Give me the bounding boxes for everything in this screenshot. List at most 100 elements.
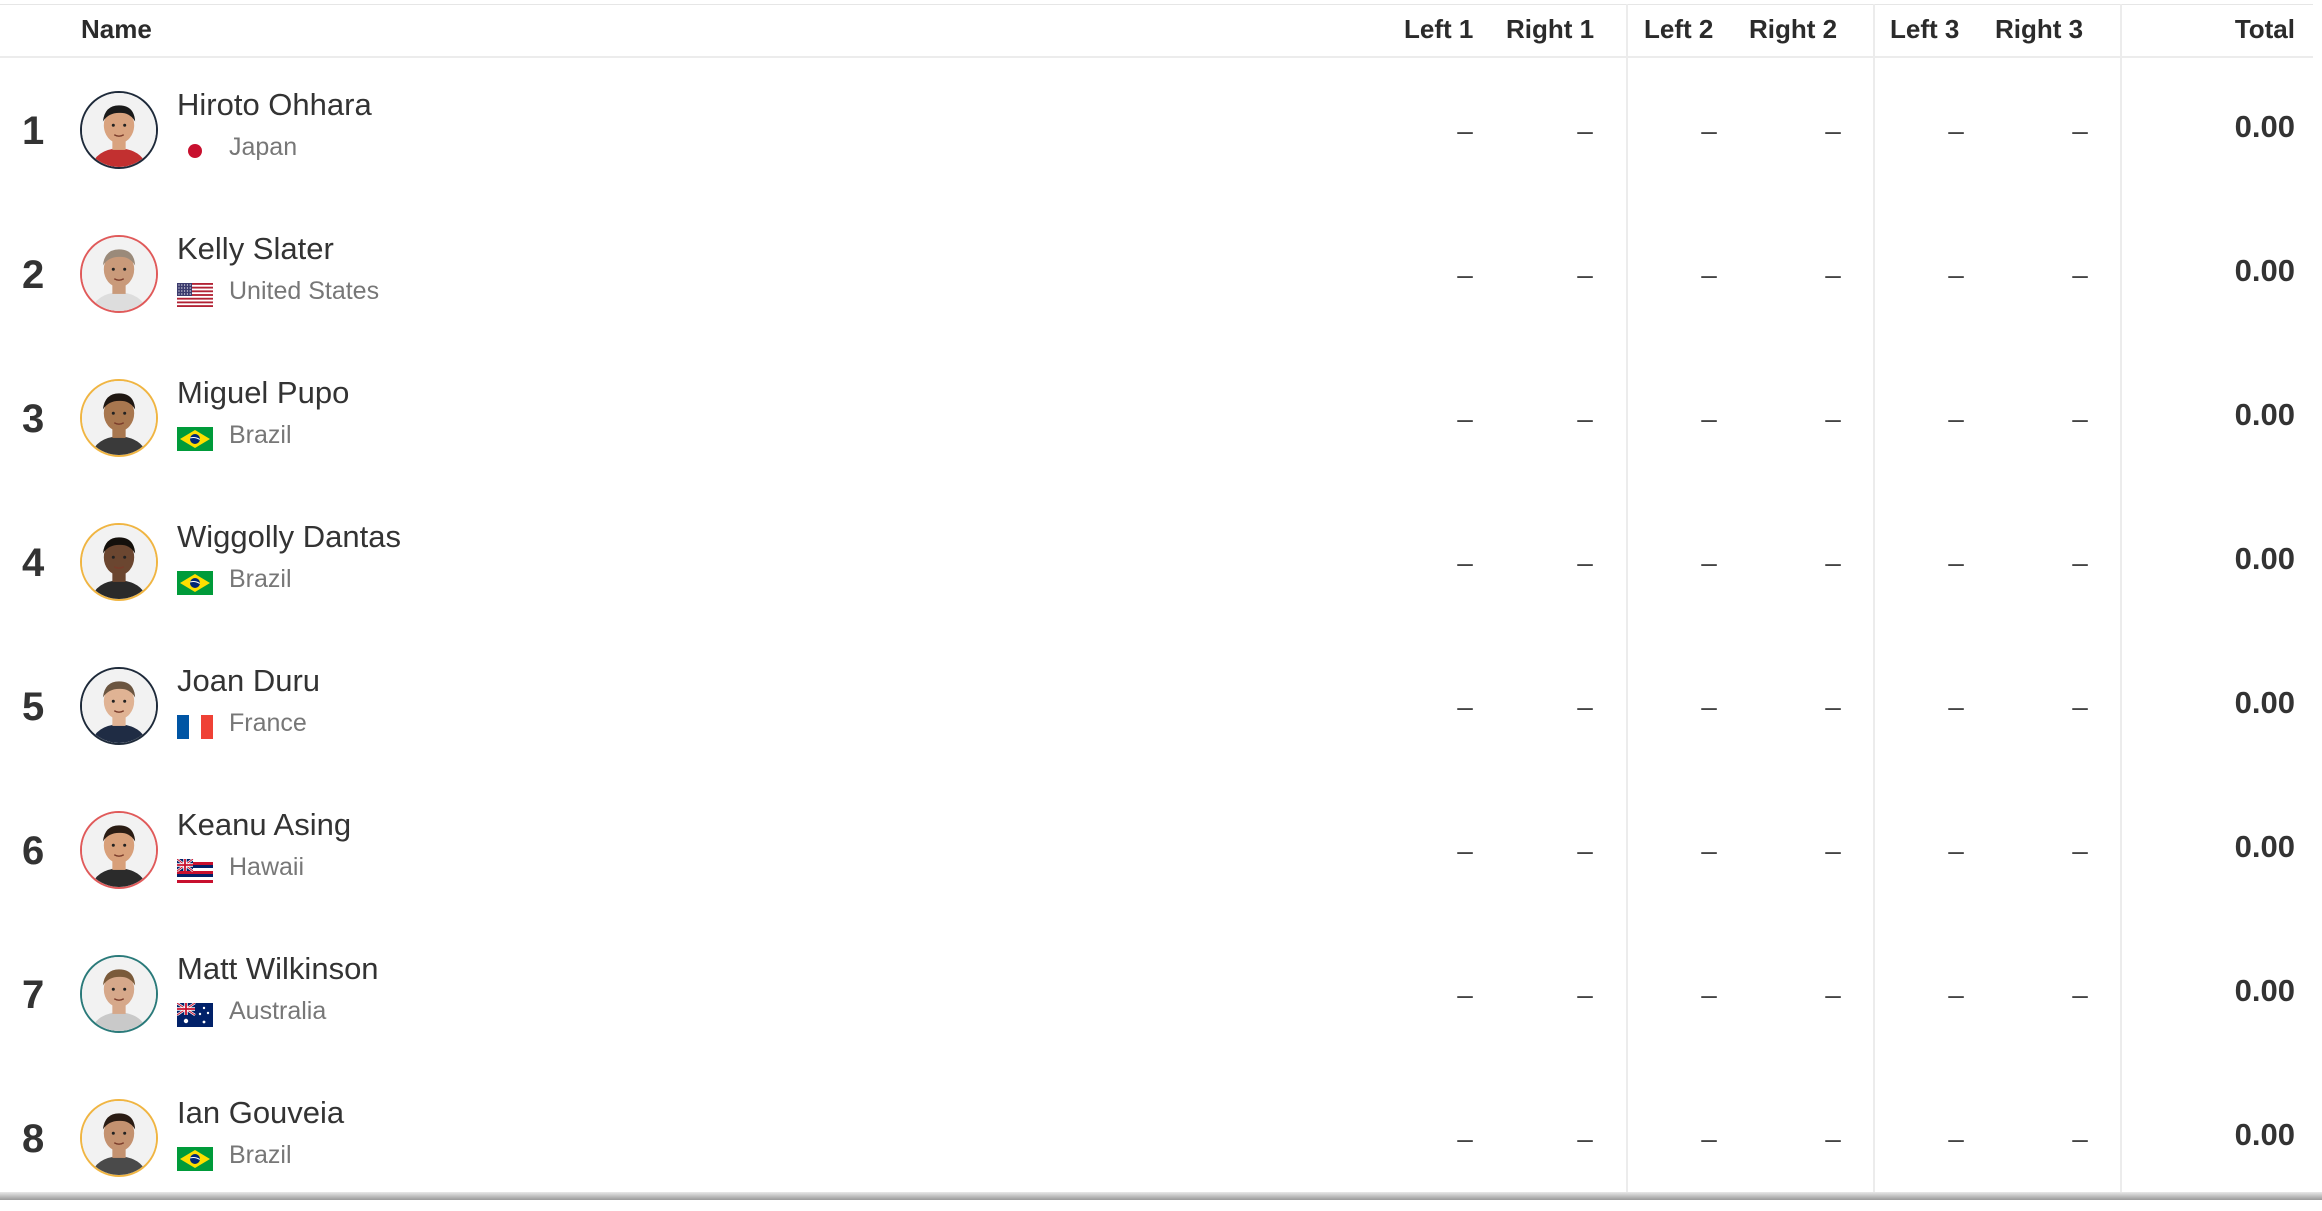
wave-score: – (1825, 835, 1841, 866)
bottom-edge-strip (0, 1192, 2322, 1200)
column-header-left-1[interactable]: Left 1 (1404, 5, 1473, 57)
surfer-name[interactable]: Hiroto Ohhara (177, 87, 372, 123)
total-score: 0.00 (2234, 685, 2295, 720)
surfer-name[interactable]: Kelly Slater (177, 231, 334, 267)
surfer-avatar[interactable] (80, 379, 158, 457)
column-header-name[interactable]: Name (81, 5, 152, 57)
wave-score: – (1577, 979, 1593, 1010)
total-score: 0.00 (2234, 253, 2295, 288)
heat-results-table: Name Left 1 Right 1 Left 2 Right 2 Left … (0, 0, 2313, 1196)
rank-number: 2 (22, 253, 45, 297)
wave-score: – (1948, 1123, 1964, 1154)
surfer-country: Brazil (229, 1141, 292, 1169)
table-row[interactable]: 2 Kelly Slater United States – – – – – – 0.00 (0, 203, 2313, 347)
rank-number: 7 (22, 973, 45, 1017)
surfer-avatar[interactable] (80, 91, 158, 169)
wave-score: – (1457, 691, 1473, 722)
japan-flag-icon (177, 139, 213, 163)
surfer-name[interactable]: Matt Wilkinson (177, 951, 379, 987)
table-row[interactable]: 8 Ian Gouveia Brazil – – – – – – 0.00 (0, 1067, 2313, 1211)
usa-flag-icon (177, 283, 213, 307)
wave-score: – (1825, 115, 1841, 146)
wave-score: – (1701, 403, 1717, 434)
column-header-right-2[interactable]: Right 2 (1749, 5, 1837, 57)
brazil-flag-icon (177, 1147, 213, 1171)
france-flag-icon (177, 715, 213, 739)
wave-score: – (1457, 547, 1473, 578)
wave-score: – (1948, 115, 1964, 146)
wave-score: – (1825, 979, 1841, 1010)
surfer-avatar[interactable] (80, 523, 158, 601)
wave-score: – (1825, 547, 1841, 578)
wave-score: – (1701, 115, 1717, 146)
column-header-left-2[interactable]: Left 2 (1644, 5, 1713, 57)
wave-score: – (1948, 403, 1964, 434)
column-header-left-3[interactable]: Left 3 (1890, 5, 1959, 57)
wave-score: – (2072, 403, 2088, 434)
wave-score: – (1457, 979, 1473, 1010)
total-score: 0.00 (2234, 829, 2295, 864)
wave-score: – (1577, 115, 1593, 146)
wave-score: – (1825, 691, 1841, 722)
wave-score: – (1457, 403, 1473, 434)
wave-score: – (2072, 691, 2088, 722)
rank-number: 5 (22, 685, 45, 729)
table-row[interactable]: 1 Hiroto Ohhara Japan – – – – – – 0.00 (0, 59, 2313, 203)
total-score: 0.00 (2234, 397, 2295, 432)
wave-score: – (1577, 403, 1593, 434)
surfer-name[interactable]: Ian Gouveia (177, 1095, 344, 1131)
wave-score: – (1701, 691, 1717, 722)
wave-score: – (2072, 547, 2088, 578)
total-score: 0.00 (2234, 1117, 2295, 1152)
surfer-name[interactable]: Miguel Pupo (177, 375, 349, 411)
surfer-avatar[interactable] (80, 811, 158, 889)
page-edge (2313, 0, 2322, 1200)
surfer-name[interactable]: Wiggolly Dantas (177, 519, 401, 555)
wave-score: – (1701, 259, 1717, 290)
table-row[interactable]: 6 Keanu Asing Hawaii – – – – – – 0.00 (0, 779, 2313, 923)
wave-score: – (1948, 979, 1964, 1010)
surfer-name[interactable]: Keanu Asing (177, 807, 351, 843)
surfer-avatar[interactable] (80, 235, 158, 313)
surfer-avatar[interactable] (80, 1099, 158, 1177)
wave-score: – (1701, 1123, 1717, 1154)
surfer-avatar[interactable] (80, 955, 158, 1033)
rank-number: 3 (22, 397, 45, 441)
wave-score: – (2072, 835, 2088, 866)
rank-number: 8 (22, 1117, 45, 1161)
rank-number: 6 (22, 829, 45, 873)
wave-score: – (1825, 259, 1841, 290)
wave-score: – (1577, 691, 1593, 722)
wave-score: – (1825, 1123, 1841, 1154)
surfer-country: Brazil (229, 421, 292, 449)
surfer-name[interactable]: Joan Duru (177, 663, 320, 699)
wave-score: – (1457, 115, 1473, 146)
table-row[interactable]: 4 Wiggolly Dantas Brazil – – – – – – 0.00 (0, 491, 2313, 635)
wave-score: – (1701, 547, 1717, 578)
surfer-country: Australia (229, 997, 327, 1025)
surfer-avatar[interactable] (80, 667, 158, 745)
surfer-country: Japan (229, 133, 298, 161)
rank-number: 4 (22, 541, 45, 585)
wave-score: – (1457, 259, 1473, 290)
table-row[interactable]: 3 Miguel Pupo Brazil – – – – – – 0.00 (0, 347, 2313, 491)
column-header-right-1[interactable]: Right 1 (1506, 5, 1594, 57)
table-row[interactable]: 7 Matt Wilkinson Australia – – – – – – 0.00 (0, 923, 2313, 1067)
table-row[interactable]: 5 Joan Duru France – – – – – – 0.00 (0, 635, 2313, 779)
column-header-total[interactable]: Total (2235, 5, 2295, 57)
wave-score: – (1577, 547, 1593, 578)
total-score: 0.00 (2234, 109, 2295, 144)
column-header-right-3[interactable]: Right 3 (1995, 5, 2083, 57)
wave-score: – (1948, 259, 1964, 290)
surfer-country: Hawaii (229, 853, 305, 881)
surfer-country: United States (229, 277, 380, 305)
australia-flag-icon (176, 1002, 213, 1027)
wave-score: – (1948, 691, 1964, 722)
brazil-flag-icon (177, 571, 213, 595)
wave-score: – (2072, 979, 2088, 1010)
brazil-flag-icon (177, 427, 213, 451)
table-header: Name Left 1 Right 1 Left 2 Right 2 Left … (0, 4, 2313, 58)
rank-number: 1 (22, 109, 45, 153)
surfer-country: Brazil (229, 565, 292, 593)
wave-score: – (2072, 115, 2088, 146)
